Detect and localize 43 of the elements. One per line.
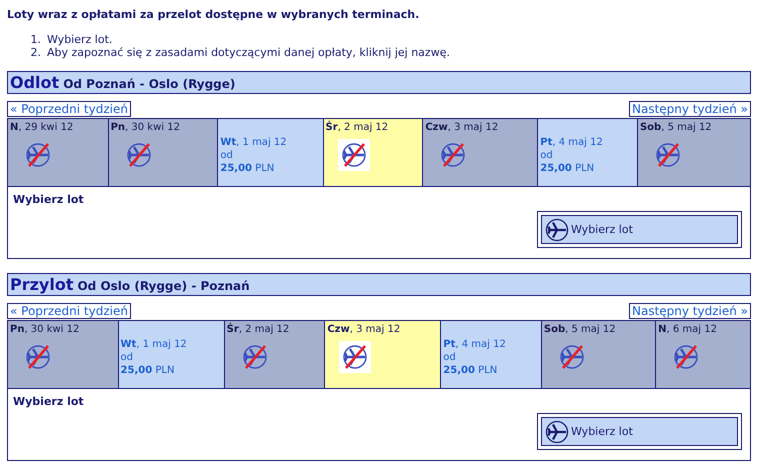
- day-cell[interactable]: Sob, 5 maj 12: [637, 119, 750, 186]
- route-label: Od Poznań - Oslo (Rygge): [63, 77, 236, 91]
- day-cell[interactable]: Pt, 4 maj 12 od 25,00 PLN: [440, 321, 542, 388]
- no-flight-icon: [439, 141, 468, 169]
- no-flight-icon: [654, 141, 682, 169]
- day-cell[interactable]: Wt, 1 maj 12 od 25,00 PLN: [118, 321, 224, 388]
- route-label: Od Oslo (Rygge) - Poznań: [77, 279, 250, 293]
- instruction-text: Aby zapoznać się z zasadami dotyczącymi danej opłaty, kliknij jej nazwę.: [47, 46, 450, 59]
- day-cell[interactable]: Pn, 30 kwi 12: [8, 321, 118, 388]
- day-cell[interactable]: N, 6 maj 12: [656, 321, 750, 388]
- next-week-link[interactable]: Następny tydzień »: [628, 101, 751, 117]
- day-cell[interactable]: N, 29 kwi 12: [8, 119, 108, 186]
- next-week-link[interactable]: Następny tydzień »: [628, 303, 751, 319]
- day-cell[interactable]: Śr, 2 maj 12: [323, 119, 423, 186]
- no-flight-icon: [24, 141, 52, 169]
- previous-week-link[interactable]: « Poprzedni tydzień: [7, 101, 131, 117]
- day-cell[interactable]: Czw, 3 maj 12: [422, 119, 538, 186]
- panel-title: Wybierz lot: [13, 193, 85, 206]
- instruction-text: Wybierz lot.: [47, 33, 112, 46]
- day-cell[interactable]: Sob, 5 maj 12: [541, 321, 656, 388]
- select-flight-button[interactable]: Wybierz lot: [541, 417, 738, 446]
- list-number: 1.: [30, 33, 41, 46]
- section-title: Odlot: [10, 73, 60, 92]
- day-cell[interactable]: Pt, 4 maj 12 od 25,00 PLN: [538, 119, 638, 186]
- no-flight-icon: [24, 343, 52, 371]
- no-flight-icon: [124, 141, 153, 169]
- select-flight-button[interactable]: Wybierz lot: [541, 215, 738, 244]
- section-title: Przylot: [10, 275, 74, 294]
- plane-icon: [545, 218, 569, 242]
- plane-icon: [545, 420, 569, 444]
- day-cell[interactable]: Czw, 3 maj 12: [324, 321, 441, 388]
- no-flight-icon: [240, 343, 269, 371]
- list-number: 2.: [30, 46, 41, 59]
- no-flight-icon: [340, 141, 368, 169]
- intro-heading: Loty wraz z opłatami za przelot dostępne w wybranych terminach.: [7, 8, 420, 21]
- day-cell[interactable]: Śr, 2 maj 12: [224, 321, 325, 388]
- panel-title: Wybierz lot: [13, 395, 85, 408]
- no-flight-icon: [672, 343, 700, 371]
- no-flight-icon: [558, 343, 586, 371]
- previous-week-link[interactable]: « Poprzedni tydzień: [7, 303, 131, 319]
- no-flight-icon: [341, 343, 370, 371]
- day-cell[interactable]: Wt, 1 maj 12 od 25,00 PLN: [218, 119, 324, 186]
- day-cell[interactable]: Pn, 30 kwi 12: [108, 119, 218, 186]
